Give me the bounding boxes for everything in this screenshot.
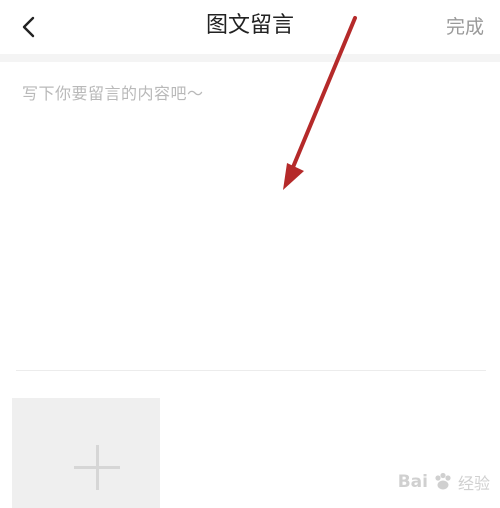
message-placeholder: 写下你要留言的内容吧～ — [22, 84, 204, 103]
page-title: 图文留言 — [205, 13, 294, 38]
top-nav-bar: 图文留言 完成 — [0, 0, 500, 54]
section-divider — [16, 370, 486, 371]
watermark-brand: Bai — [397, 472, 428, 492]
watermark-sub: 经验 — [457, 474, 490, 493]
plus-icon-vertical — [96, 445, 99, 490]
baidu-jingyan-watermark: Bai 经验 — [398, 468, 490, 496]
header-divider — [0, 54, 500, 62]
done-button[interactable]: 完成 — [446, 13, 484, 41]
add-image-button[interactable] — [12, 398, 160, 508]
paw-icon — [435, 472, 451, 490]
message-textarea[interactable]: 写下你要留言的内容吧～ — [0, 62, 500, 370]
